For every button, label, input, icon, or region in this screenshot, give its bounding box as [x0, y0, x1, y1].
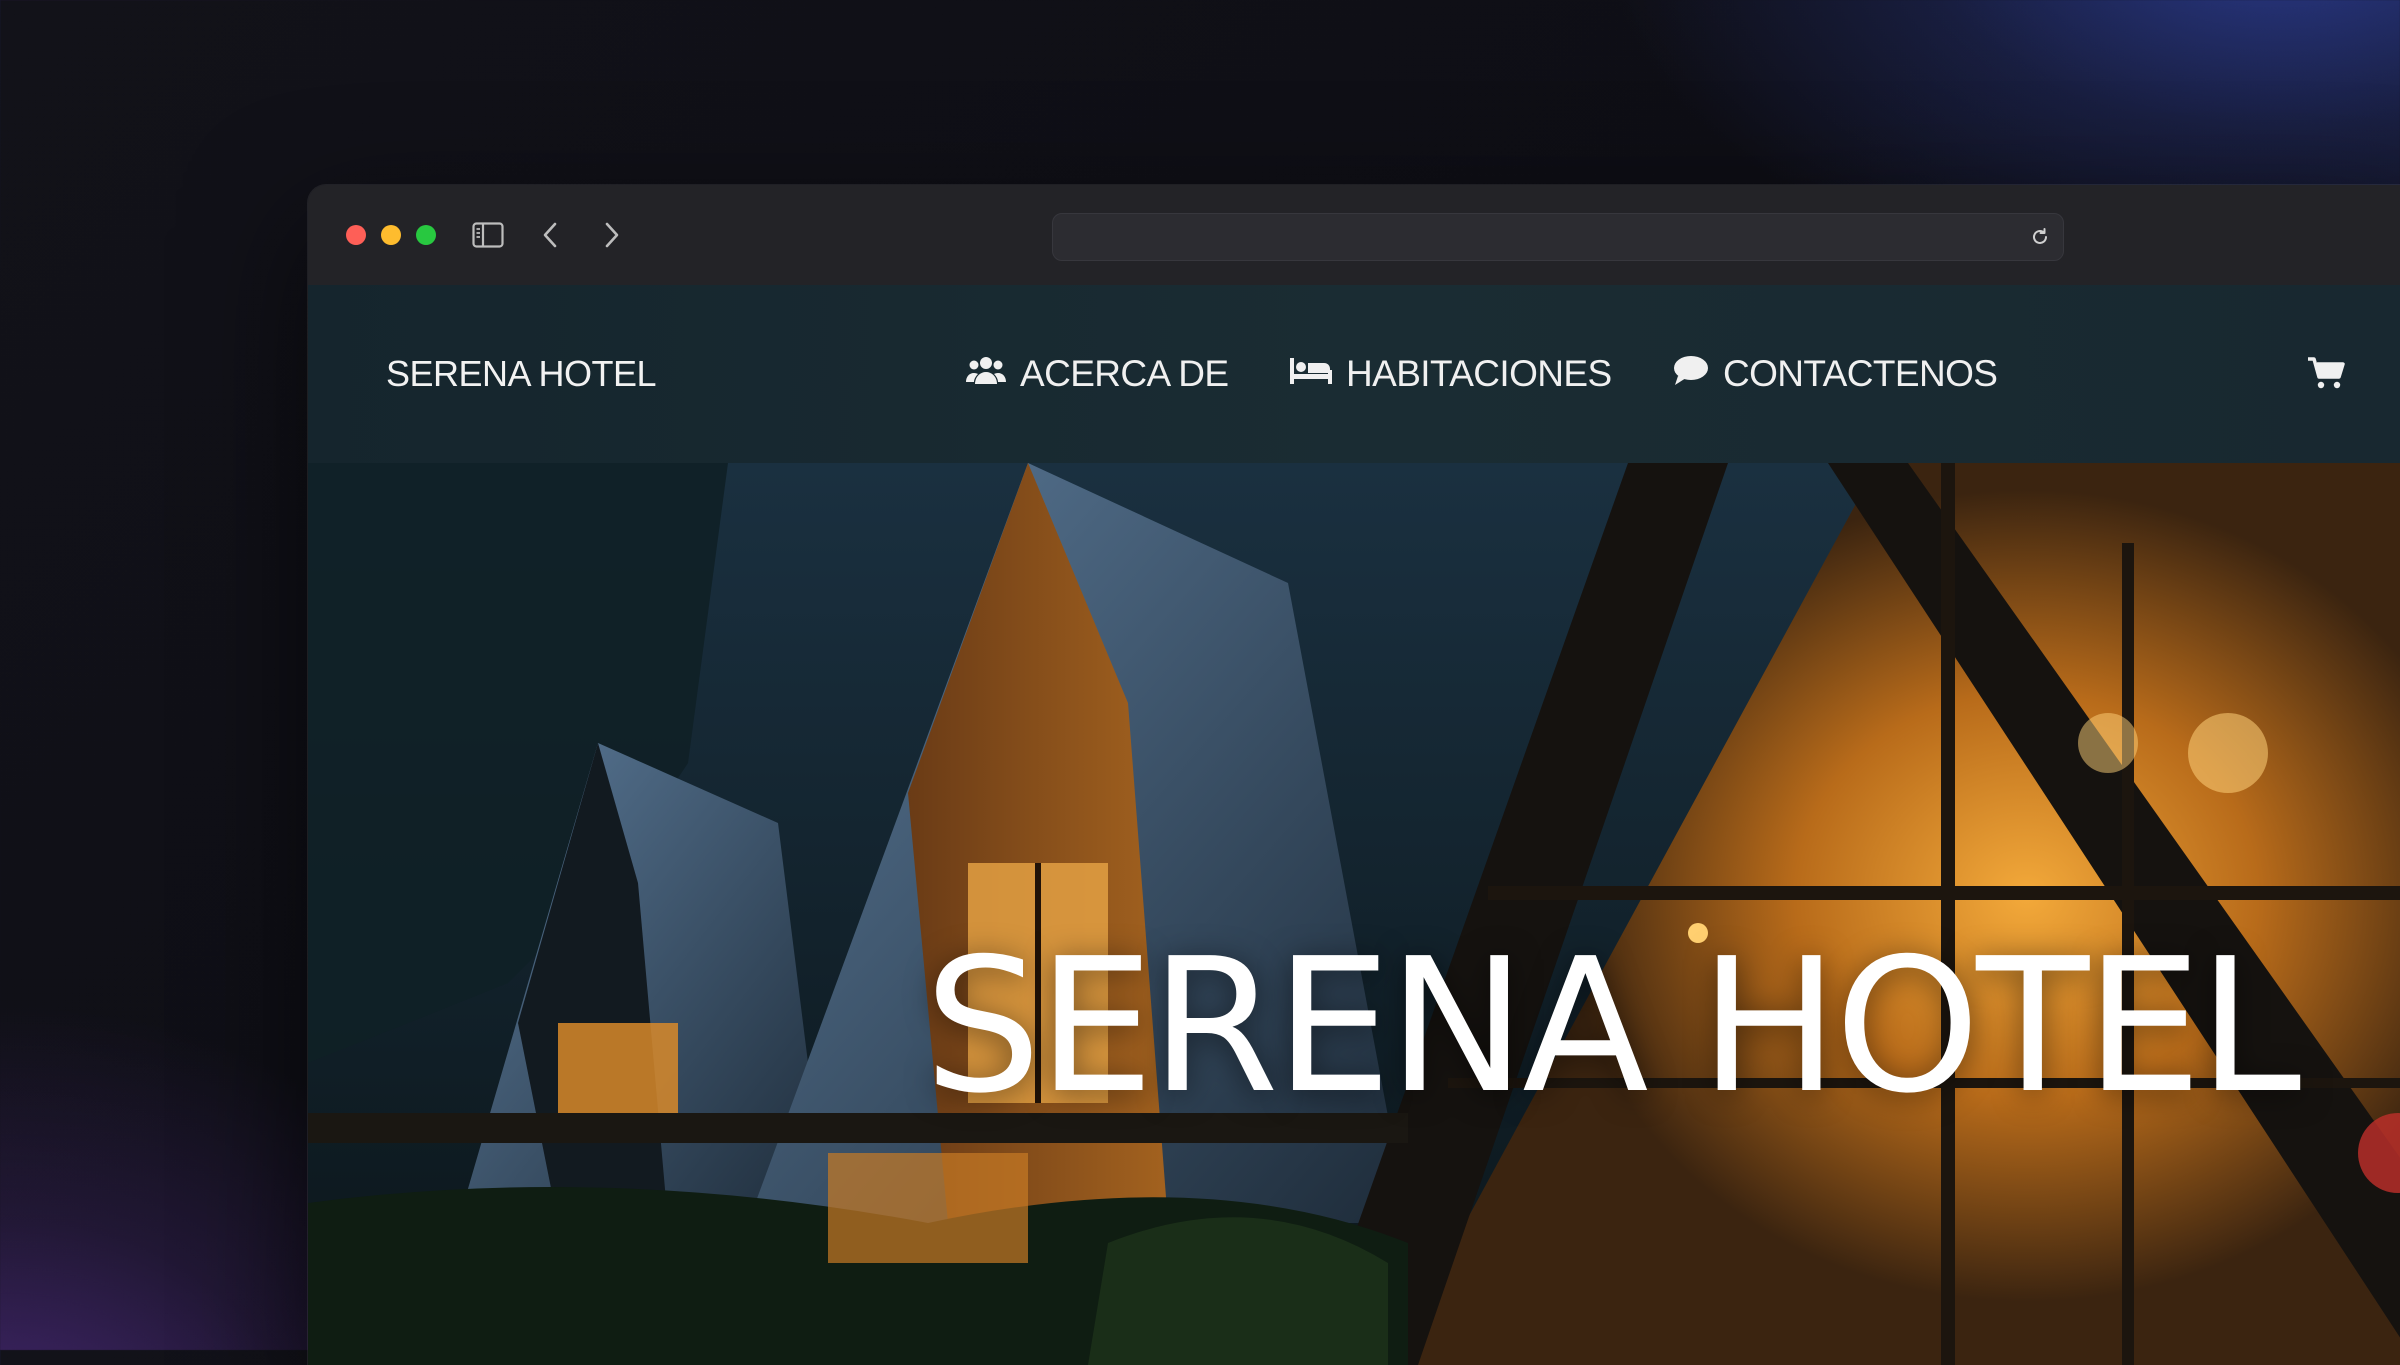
nav-item-acerca-de[interactable]: ACERCA DE — [966, 285, 1229, 463]
hero-image-cabins — [308, 463, 2400, 1365]
site-brand[interactable]: SERENA HOTEL — [386, 285, 657, 463]
users-icon — [966, 353, 1006, 395]
nav-item-contactenos[interactable]: CONTACTENOS — [1673, 285, 1998, 463]
hero-title: SERENA HOTEL — [924, 918, 2301, 1134]
close-window-button[interactable] — [346, 225, 366, 245]
cart-icon[interactable] — [2306, 353, 2346, 393]
nav-item-label: CONTACTENOS — [1723, 353, 1998, 394]
reload-icon[interactable] — [2027, 224, 2053, 250]
nav-item-label: ACERCA DE — [1020, 353, 1229, 394]
address-bar[interactable] — [1052, 213, 2064, 262]
url-input[interactable] — [1069, 214, 1973, 262]
hero-section: SERENA HOTEL — [308, 463, 2400, 1365]
minimize-window-button[interactable] — [381, 225, 401, 245]
sidebar-icon[interactable] — [468, 215, 508, 255]
site-navbar: SERENA HOTEL ACERCA DE HABITACIONES CONT… — [308, 285, 2400, 463]
web-page: SERENA HOTEL ACERCA DE HABITACIONES CONT… — [308, 285, 2400, 1365]
nav-item-habitaciones[interactable]: HABITACIONES — [1290, 285, 1612, 463]
chat-icon — [1673, 353, 1709, 395]
chevron-left-icon[interactable] — [530, 215, 570, 255]
bed-icon — [1290, 353, 1332, 395]
browser-toolbar — [308, 185, 2400, 286]
nav-item-label: HABITACIONES — [1346, 353, 1612, 394]
browser-window: SERENA HOTEL ACERCA DE HABITACIONES CONT… — [308, 185, 2400, 1365]
zoom-window-button[interactable] — [416, 225, 436, 245]
chevron-right-icon[interactable] — [592, 215, 632, 255]
